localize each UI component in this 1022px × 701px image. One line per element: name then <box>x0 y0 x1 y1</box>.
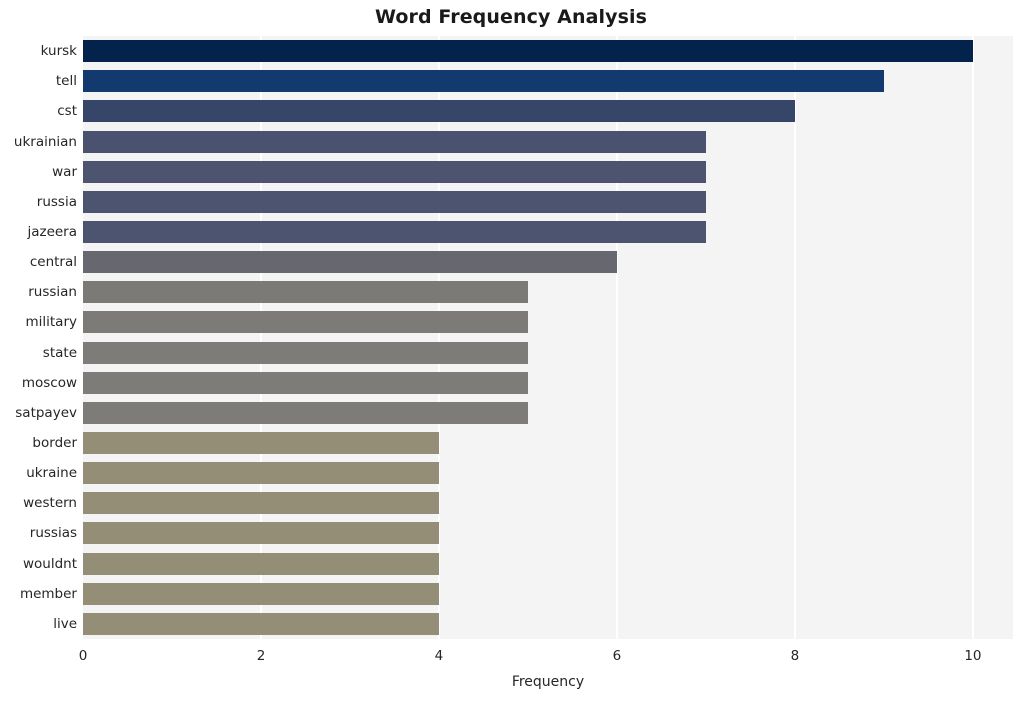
bar-tell[interactable] <box>83 70 884 93</box>
bar-row[interactable] <box>83 401 1013 424</box>
y-tick-label-border: border <box>32 435 77 452</box>
y-tick-label-russian: russian <box>28 284 77 301</box>
bar-row[interactable] <box>83 371 1013 394</box>
bar-ukraine[interactable] <box>83 462 439 485</box>
x-tick-label-8: 8 <box>790 648 800 664</box>
bar-moscow[interactable] <box>83 371 528 394</box>
bar-row[interactable] <box>83 190 1013 213</box>
bar-ukrainian[interactable] <box>83 130 706 153</box>
y-tick-label-state: state <box>42 344 77 361</box>
bar-russias[interactable] <box>83 522 439 545</box>
x-axis: 0 2 4 6 8 10 <box>79 639 1013 669</box>
bar-row[interactable] <box>83 70 1013 93</box>
x-tick-label-0: 0 <box>78 648 88 664</box>
bar-row[interactable] <box>83 40 1013 63</box>
chart-title: Word Frequency Analysis <box>374 6 648 28</box>
bar-western[interactable] <box>83 492 439 515</box>
bar-live[interactable] <box>83 612 439 635</box>
bar-member[interactable] <box>83 582 439 605</box>
y-tick-label-moscow: moscow <box>21 374 77 391</box>
bar-row[interactable] <box>83 432 1013 455</box>
bar-central[interactable] <box>83 251 617 274</box>
y-tick-label-wouldnt: wouldnt <box>22 555 77 572</box>
y-tick-label-satpayev: satpayev <box>15 404 77 421</box>
x-tick-label-10: 10 <box>964 648 982 664</box>
bar-row[interactable] <box>83 612 1013 635</box>
bar-row[interactable] <box>83 220 1013 243</box>
bar-russia[interactable] <box>83 190 706 213</box>
y-axis: kursk tell cst ukrainian war russia jazeera cen… <box>0 36 77 639</box>
bar-row[interactable] <box>83 522 1013 545</box>
bar-row[interactable] <box>83 100 1013 123</box>
bar-russian[interactable] <box>83 281 528 304</box>
gridline-x-2 <box>260 36 262 639</box>
bar-row[interactable] <box>83 281 1013 304</box>
y-tick-label-ukraine: ukraine <box>26 465 77 482</box>
bar-kursk[interactable] <box>83 40 973 63</box>
y-tick-label-central: central <box>29 254 77 271</box>
plot-area <box>83 36 1013 639</box>
y-tick-label-jazeera: jazeera <box>27 223 77 240</box>
y-tick-label-tell: tell <box>55 73 77 90</box>
y-tick-label-western: western <box>23 495 77 512</box>
bar-row[interactable] <box>83 311 1013 334</box>
bar-state[interactable] <box>83 341 528 364</box>
gridline-x-10 <box>972 36 974 639</box>
bar-row[interactable] <box>83 251 1013 274</box>
bar-row[interactable] <box>83 552 1013 575</box>
bar-row[interactable] <box>83 130 1013 153</box>
bar-row[interactable] <box>83 462 1013 485</box>
y-tick-label-russias: russias <box>29 525 77 542</box>
bar-cst[interactable] <box>83 100 795 123</box>
x-tick-label-6: 6 <box>612 648 622 664</box>
y-tick-label-cst: cst <box>57 103 77 120</box>
y-tick-label-russia: russia <box>36 193 77 210</box>
x-tick-label-4: 4 <box>434 648 444 664</box>
y-tick-label-ukrainian: ukrainian <box>13 133 77 150</box>
y-tick-label-war: war <box>52 163 77 180</box>
bar-jazeera[interactable] <box>83 220 706 243</box>
x-tick-label-2: 2 <box>256 648 266 664</box>
x-axis-label: Frequency <box>511 674 585 690</box>
bar-military[interactable] <box>83 311 528 334</box>
bar-row[interactable] <box>83 492 1013 515</box>
y-tick-label-military: military <box>25 314 77 331</box>
y-tick-label-kursk: kursk <box>40 43 77 60</box>
bar-row[interactable] <box>83 341 1013 364</box>
bar-war[interactable] <box>83 160 706 183</box>
bar-row[interactable] <box>83 582 1013 605</box>
y-tick-label-member: member <box>19 585 77 602</box>
gridline-x-6 <box>616 36 618 639</box>
y-tick-label-live: live <box>53 615 77 632</box>
bar-wouldnt[interactable] <box>83 552 439 575</box>
gridline-x-4 <box>438 36 440 639</box>
gridline-x-8 <box>794 36 796 639</box>
bar-row[interactable] <box>83 160 1013 183</box>
word-frequency-chart: Word Frequency Analysis kursk tell cst ukra… <box>0 0 1022 701</box>
bar-border[interactable] <box>83 432 439 455</box>
bar-satpayev[interactable] <box>83 401 528 424</box>
